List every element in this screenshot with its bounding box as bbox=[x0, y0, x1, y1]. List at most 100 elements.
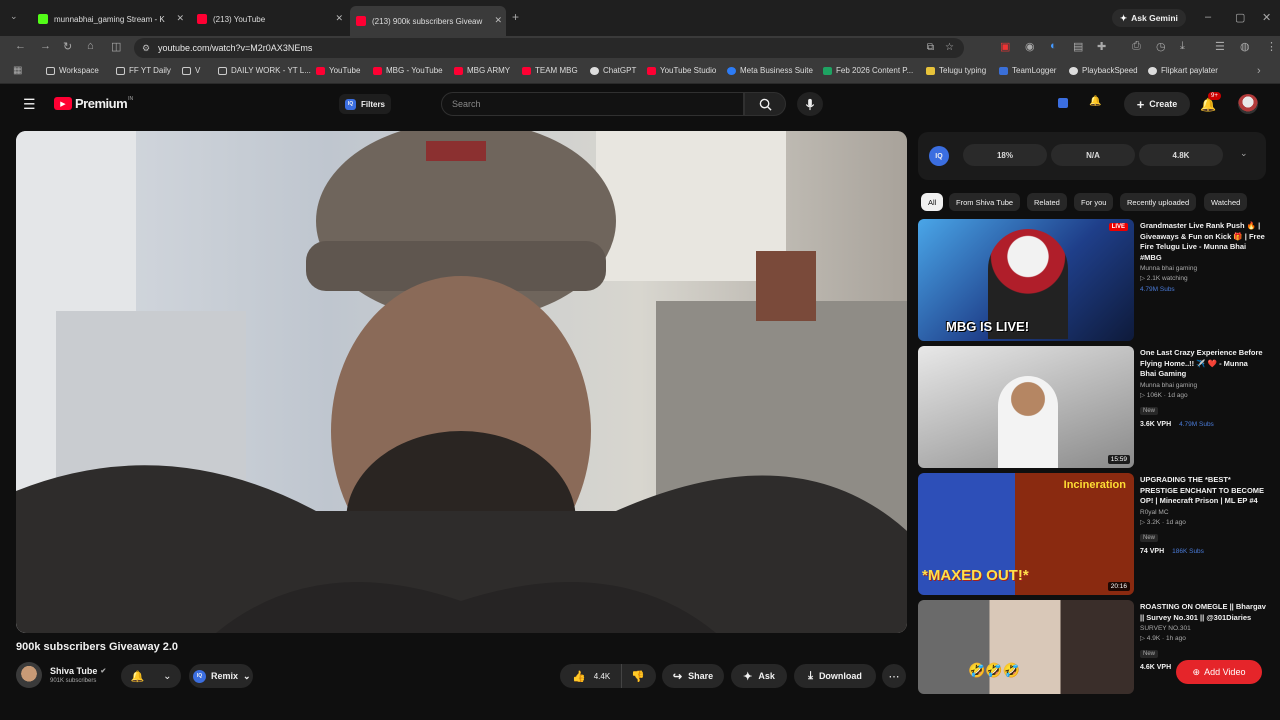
download-button[interactable]: ⤓ Download bbox=[794, 664, 876, 688]
bookmark-item[interactable]: YouTube bbox=[316, 66, 360, 75]
live-badge: LIVE bbox=[1108, 223, 1128, 231]
reload-icon[interactable]: ↻ bbox=[63, 40, 72, 53]
logo-text: Premium bbox=[75, 96, 128, 111]
bookmark-item[interactable]: DAILY WORK - YT L... bbox=[218, 66, 311, 75]
more-actions-button[interactable]: ⋯ bbox=[882, 664, 906, 688]
bookmark-item[interactable]: TeamLogger bbox=[999, 66, 1056, 75]
maximize-icon[interactable]: ▢ bbox=[1235, 11, 1245, 24]
video-title[interactable]: Grandmaster Live Rank Push 🔥 | Giveaways… bbox=[1140, 221, 1266, 263]
browser-tab-3[interactable]: (213) 900k subscribers Giveaw ✕ bbox=[350, 6, 506, 36]
extension-icon[interactable]: ◉ bbox=[1025, 40, 1035, 53]
vph-row: 3.6K VPH 4.79M Subs bbox=[1140, 421, 1266, 428]
browser-menu-icon[interactable]: ⋮ bbox=[1266, 40, 1277, 53]
channel-name[interactable]: Munna bhai gaming bbox=[1140, 265, 1266, 272]
bell-small-icon[interactable]: 🔔 bbox=[1089, 96, 1101, 107]
profile-icon[interactable]: ◍ bbox=[1240, 40, 1250, 53]
channel-name[interactable]: Shiva Tube ✔ bbox=[50, 666, 106, 676]
downloads-icon[interactable]: ⤓ bbox=[1180, 40, 1185, 53]
install-icon[interactable]: ⧉ bbox=[927, 38, 934, 58]
tab-search-icon[interactable]: ⌄ bbox=[10, 11, 18, 22]
bookmark-item[interactable]: ChatGPT bbox=[590, 66, 636, 75]
iq-extension-icon[interactable] bbox=[1058, 98, 1068, 108]
home-icon[interactable]: ⌂ bbox=[87, 40, 94, 52]
extension-icon[interactable]: ◐ bbox=[1050, 40, 1057, 52]
ask-gemini-button[interactable]: ✦ Ask Gemini bbox=[1112, 9, 1186, 27]
recommendation-card[interactable]: 15:59 One Last Crazy Experience Before F… bbox=[918, 346, 1268, 468]
more-bookmarks-icon[interactable]: › bbox=[1257, 65, 1261, 77]
add-video-button[interactable]: ⊕ Add Video bbox=[1176, 660, 1262, 684]
chip-for-you[interactable]: For you bbox=[1074, 193, 1114, 211]
like-button[interactable]: 👍 4.4K bbox=[560, 664, 622, 688]
star-icon[interactable]: ☆ bbox=[945, 38, 954, 58]
close-tab-icon[interactable]: ✕ bbox=[335, 13, 343, 24]
sidebar-icon[interactable]: ◫ bbox=[111, 40, 121, 53]
video-thumbnail[interactable]: MBG IS LIVE! LIVE bbox=[918, 219, 1134, 341]
back-icon[interactable]: ← bbox=[15, 40, 26, 52]
chip-all[interactable]: All bbox=[921, 193, 944, 211]
subscribed-button[interactable]: 🔔 ⌄ bbox=[121, 664, 181, 688]
channel-name[interactable]: Munna bhai gaming bbox=[1140, 382, 1266, 389]
bookmark-item[interactable]: MBG - YouTube bbox=[373, 66, 443, 75]
recommendation-card[interactable]: MBG IS LIVE! LIVE Grandmaster Live Rank … bbox=[918, 219, 1268, 341]
chip-related[interactable]: Related bbox=[1027, 193, 1067, 211]
bookmark-item[interactable]: Workspace bbox=[46, 66, 99, 75]
bookmark-item[interactable]: MBG ARMY bbox=[454, 66, 510, 75]
bookmark-item[interactable]: V bbox=[182, 66, 200, 75]
channel-name[interactable]: R0yal MC bbox=[1140, 509, 1266, 516]
video-thumbnail[interactable]: 🤣🤣🤣 bbox=[918, 600, 1134, 694]
close-tab-icon[interactable]: ✕ bbox=[494, 15, 502, 26]
video-thumbnail[interactable]: 15:59 bbox=[918, 346, 1134, 468]
video-title[interactable]: ROASTING ON OMEGLE || Bhargav || Survey … bbox=[1140, 602, 1266, 623]
close-tab-icon[interactable]: ✕ bbox=[176, 13, 184, 24]
ask-button[interactable]: ✦ Ask bbox=[731, 664, 787, 688]
browser-tab-2[interactable]: (213) YouTube ✕ bbox=[191, 8, 347, 30]
close-window-icon[interactable]: ✕ bbox=[1262, 11, 1271, 24]
video-title[interactable]: UPGRADING THE *BEST* PRESTIGE ENCHANT TO… bbox=[1140, 475, 1266, 507]
bookmark-item[interactable]: Feb 2026 Content P... bbox=[823, 66, 913, 75]
recommendation-card[interactable]: Incineration *MAXED OUT!* 20:16 UPGRADIN… bbox=[918, 473, 1268, 595]
new-tab-icon[interactable]: + bbox=[512, 10, 519, 24]
hamburger-menu-icon[interactable]: ☰ bbox=[23, 96, 36, 113]
apps-grid-icon[interactable]: ▦ bbox=[13, 65, 22, 76]
channel-avatar[interactable] bbox=[16, 662, 42, 688]
like-dislike-group: 👍 4.4K 👎 bbox=[560, 664, 656, 688]
bookmark-item[interactable]: TEAM MBG bbox=[522, 66, 578, 75]
search-input[interactable]: Search bbox=[441, 92, 744, 116]
voice-search-button[interactable] bbox=[797, 92, 823, 116]
browser-tab-1[interactable]: munnabhai_gaming Stream - K ✕ bbox=[32, 8, 188, 30]
address-bar[interactable]: ⚙ youtube.com/watch?v=M2r0AX3NEms ☆ ⧉ bbox=[134, 38, 964, 58]
site-info-icon[interactable]: ⚙ bbox=[142, 38, 150, 58]
bookmark-item[interactable]: PlaybackSpeed bbox=[1069, 66, 1138, 75]
account-avatar[interactable] bbox=[1238, 94, 1258, 114]
history-icon[interactable]: ◷ bbox=[1156, 40, 1166, 53]
share-button[interactable]: ↪ Share bbox=[662, 664, 724, 688]
bookmark-item[interactable]: Meta Business Suite bbox=[727, 66, 813, 75]
video-title[interactable]: One Last Crazy Experience Before Flying … bbox=[1140, 348, 1266, 380]
chip-watched[interactable]: Watched bbox=[1204, 193, 1248, 211]
youtube-logo[interactable]: ▶ Premium IN bbox=[54, 96, 133, 111]
bookmark-item[interactable]: FF YT Daily bbox=[116, 66, 171, 75]
reading-list-icon[interactable]: ☰ bbox=[1215, 40, 1225, 53]
chip-from-channel[interactable]: From Shiva Tube bbox=[949, 193, 1021, 211]
extension-icon[interactable]: ▣ bbox=[1000, 40, 1010, 53]
bookmark-item[interactable]: YouTube Studio bbox=[647, 66, 716, 75]
search-button[interactable] bbox=[744, 92, 786, 116]
video-player[interactable] bbox=[16, 131, 907, 633]
filters-button[interactable]: IQ Filters bbox=[339, 94, 392, 114]
bookmark-item[interactable]: Flipkart paylater bbox=[1148, 66, 1218, 75]
bookmarks-bar: ▦ Workspace FF YT Daily V DAILY WORK - Y… bbox=[0, 60, 1280, 84]
minimize-icon[interactable]: – bbox=[1205, 11, 1211, 23]
print-icon[interactable]: ⎙ bbox=[1132, 40, 1141, 53]
channel-name[interactable]: SURVEY NO.301 bbox=[1140, 625, 1266, 632]
expand-icon[interactable]: ⌄ bbox=[1240, 148, 1248, 159]
create-button[interactable]: + Create bbox=[1124, 92, 1190, 116]
dislike-button[interactable]: 👎 bbox=[622, 670, 645, 683]
extensions-puzzle-icon[interactable]: ✚ bbox=[1097, 40, 1106, 53]
remix-button[interactable]: IQ Remix ⌄ bbox=[189, 664, 253, 688]
chip-recently-uploaded[interactable]: Recently uploaded bbox=[1120, 193, 1197, 211]
bookmark-item[interactable]: Telugu typing bbox=[926, 66, 986, 75]
notifications-button[interactable]: 🔔 9+ bbox=[1200, 92, 1221, 114]
video-thumbnail[interactable]: Incineration *MAXED OUT!* 20:16 bbox=[918, 473, 1134, 595]
extension-icon[interactable]: ▤ bbox=[1073, 40, 1083, 53]
forward-icon[interactable]: → bbox=[40, 40, 51, 52]
